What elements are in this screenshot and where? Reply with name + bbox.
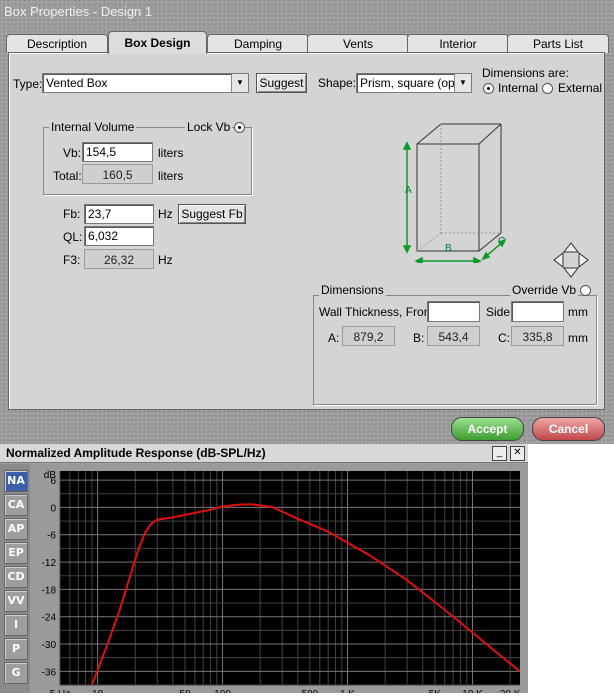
vb-unit: liters xyxy=(158,146,184,160)
type-value: Vented Box xyxy=(46,76,108,90)
graph-button-vv[interactable]: VV xyxy=(4,590,28,612)
x-tick-label: 1 K xyxy=(340,689,355,693)
f3-value: 26,32 xyxy=(84,249,154,269)
override-vb-radio[interactable] xyxy=(580,285,591,296)
y-tick-label: -24 xyxy=(42,613,57,624)
ql-input[interactable]: 6,032 xyxy=(84,226,154,246)
type-select[interactable]: Vented Box ▼ xyxy=(42,73,249,93)
wall-thickness-label: Wall Thickness, Front: xyxy=(319,305,438,319)
suggest-button[interactable]: Suggest xyxy=(256,73,307,93)
graph-button-ep[interactable]: EP xyxy=(4,542,28,564)
dimensions-are-label: Dimensions are: xyxy=(482,66,569,80)
c-unit: mm xyxy=(568,331,588,345)
internal-volume-label: Internal Volume xyxy=(49,120,137,134)
amplitude-chart-svg: 60-6-12-18-24-30-36dB5 Hz10501005001 K5K… xyxy=(30,464,528,696)
shape-select[interactable]: Prism, square (opt.) ▼ xyxy=(356,73,472,93)
tab-description[interactable]: Description xyxy=(6,34,108,53)
amplitude-response-window: Normalized Amplitude Response (dB-SPL/Hz… xyxy=(0,444,528,696)
wall-side-input[interactable] xyxy=(511,301,564,322)
tab-parts-list[interactable]: Parts List xyxy=(507,34,609,53)
lock-vb-radio[interactable] xyxy=(234,122,245,133)
shape-value: Prism, square (opt.) xyxy=(360,76,466,90)
y-tick-label: 0 xyxy=(50,503,56,514)
external-radio[interactable] xyxy=(542,83,553,94)
y-tick-label: -6 xyxy=(47,531,56,542)
a-value: 879,2 xyxy=(342,326,395,346)
graph-button-p[interactable]: P xyxy=(4,638,28,660)
tab-interior[interactable]: Interior xyxy=(407,34,509,53)
accept-button[interactable]: Accept xyxy=(451,417,524,441)
box-diagram xyxy=(402,123,507,263)
type-label: Type: xyxy=(13,77,43,91)
box-properties-window: Box Properties - Design 1 Description Bo… xyxy=(0,0,614,444)
fb-unit: Hz xyxy=(158,207,173,221)
graph-button-i[interactable]: I xyxy=(4,614,28,636)
chevron-down-icon[interactable]: ▼ xyxy=(231,74,248,92)
graph-button-ca[interactable]: CA xyxy=(4,494,28,516)
vb-input[interactable]: 154,5 xyxy=(82,142,153,162)
y-axis-label: dB xyxy=(44,470,57,481)
window-title: Box Properties - Design 1 xyxy=(4,4,153,19)
override-vb-label: Override Vb xyxy=(510,283,579,297)
side-unit: mm xyxy=(568,305,588,319)
internal-radio[interactable] xyxy=(483,83,494,94)
vb-label: Vb: xyxy=(63,146,82,160)
internal-label: Internal xyxy=(498,81,539,95)
c-value: 335,8 xyxy=(511,326,564,346)
a-label: A: xyxy=(328,331,340,345)
side-label: Side: xyxy=(486,305,514,319)
amplitude-chart: 60-6-12-18-24-30-36dB5 Hz10501005001 K5K… xyxy=(30,464,528,696)
minimize-icon[interactable]: _ xyxy=(492,446,507,461)
dimension-b-label: B xyxy=(445,243,452,254)
x-tick-label: 5 Hz xyxy=(50,689,71,693)
x-tick-label: 500 xyxy=(302,689,319,693)
graph-button-cd[interactable]: CD xyxy=(4,566,28,588)
dimension-c-label: C xyxy=(498,236,506,247)
y-tick-label: -18 xyxy=(42,585,57,596)
lock-vb-label: Lock Vb xyxy=(185,120,233,134)
ql-label: QL: xyxy=(63,230,83,244)
wall-front-input[interactable] xyxy=(427,301,480,322)
total-unit: liters xyxy=(158,169,184,183)
total-label: Total: xyxy=(53,169,82,183)
rotate-arrows-icon[interactable] xyxy=(553,242,589,278)
dimension-a-label: A xyxy=(405,185,412,196)
chevron-down-icon[interactable]: ▼ xyxy=(454,74,471,92)
y-tick-label: -12 xyxy=(42,558,57,569)
x-tick-label: 10 K xyxy=(462,689,483,693)
tab-damping[interactable]: Damping xyxy=(207,34,309,53)
graph-type-toolbar: NA CA AP EP CD VV I P G xyxy=(0,464,30,693)
external-label: External xyxy=(558,81,603,95)
graph-button-ap[interactable]: AP xyxy=(4,518,28,540)
tab-box-design[interactable]: Box Design xyxy=(108,31,207,54)
suggest-fb-button[interactable]: Suggest Fb xyxy=(178,204,246,224)
graph-button-g[interactable]: G xyxy=(4,662,28,684)
f3-unit: Hz xyxy=(158,253,173,267)
y-tick-label: -36 xyxy=(42,667,57,678)
graph-button-na[interactable]: NA xyxy=(4,470,28,492)
fb-label: Fb: xyxy=(63,207,81,221)
total-value: 160,5 xyxy=(82,164,153,184)
x-tick-label: 100 xyxy=(214,689,231,693)
dimensions-label: Dimensions xyxy=(319,283,386,297)
cancel-button[interactable]: Cancel xyxy=(532,417,605,441)
fb-input[interactable]: 23,7 xyxy=(84,204,154,224)
shape-label: Shape: xyxy=(318,76,357,90)
x-tick-label: 5K xyxy=(429,689,442,693)
y-tick-label: -30 xyxy=(42,640,57,651)
response-title: Normalized Amplitude Response (dB-SPL/Hz… xyxy=(0,444,528,463)
close-icon[interactable]: ✕ xyxy=(510,446,525,461)
f3-label: F3: xyxy=(63,253,81,267)
x-tick-label: 20 K xyxy=(500,689,521,693)
x-tick-label: 10 xyxy=(92,689,104,693)
box-design-panel: Type: Vented Box ▼ Suggest Shape: Prism,… xyxy=(8,52,605,410)
x-tick-label: 50 xyxy=(179,689,191,693)
c-label: C: xyxy=(498,331,510,345)
b-value: 543,4 xyxy=(427,326,480,346)
tab-vents[interactable]: Vents xyxy=(307,34,409,53)
b-label: B: xyxy=(413,331,425,345)
